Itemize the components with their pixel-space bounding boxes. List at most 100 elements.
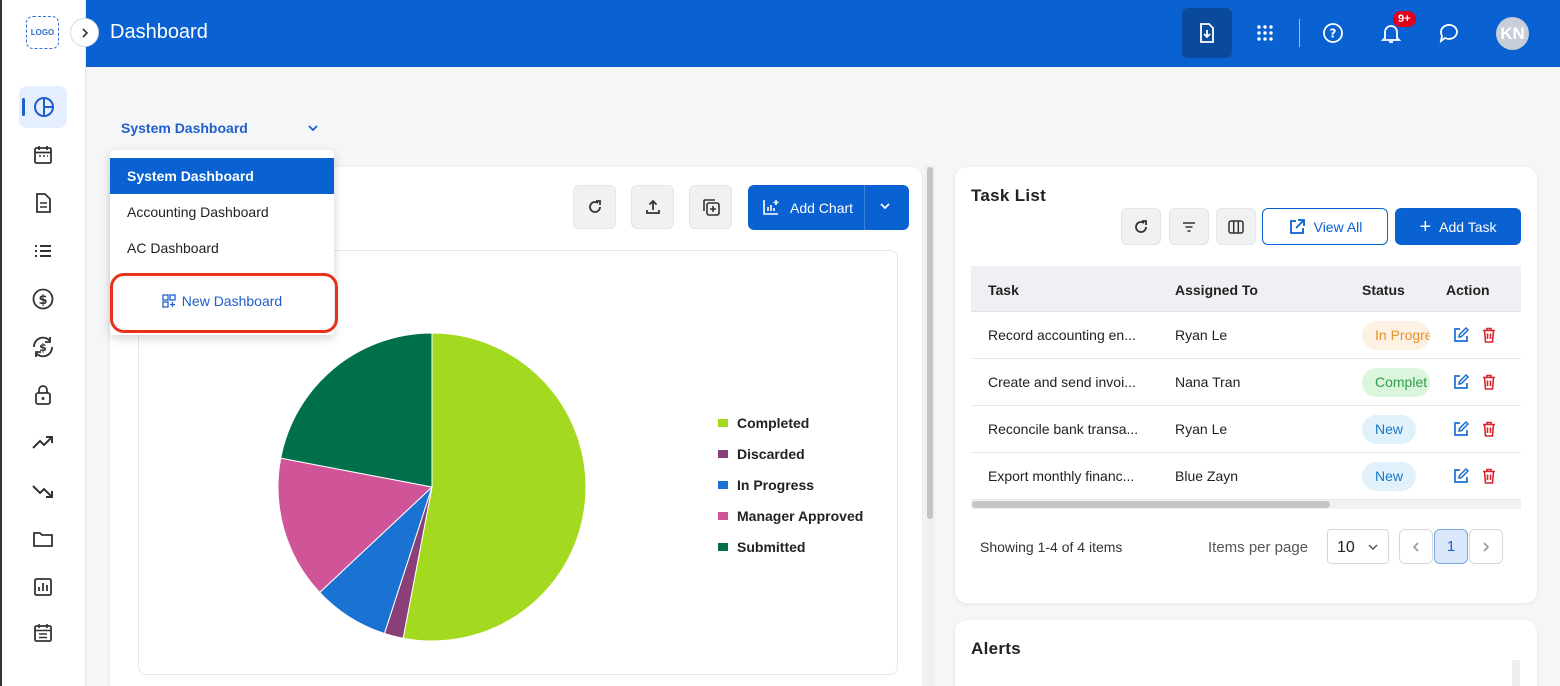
prev-page-button[interactable] <box>1399 529 1433 564</box>
legend-label: Discarded <box>737 446 805 462</box>
columns-button[interactable] <box>1216 208 1256 245</box>
add-task-label: Add Task <box>1439 218 1497 235</box>
column-header-status[interactable]: Status <box>1362 282 1405 298</box>
table-row[interactable]: Record accounting en... Ryan Le In Progr… <box>971 312 1521 359</box>
sidebar-item-payments[interactable]: $ <box>19 278 67 320</box>
trash-icon[interactable] <box>1480 326 1498 344</box>
calendar-list-icon <box>34 624 52 642</box>
sidebar-item-exchange[interactable]: $ <box>19 326 67 368</box>
pagination-info: Showing 1-4 of 4 items <box>980 539 1123 555</box>
sidebar-item-calendar[interactable] <box>19 134 67 176</box>
sidebar-item-security[interactable] <box>19 374 67 416</box>
legend-item-discarded[interactable]: Discarded <box>718 446 805 462</box>
add-chart-button[interactable]: Add Chart <box>748 185 909 230</box>
column-header-task[interactable]: Task <box>988 282 1019 298</box>
chat-button[interactable] <box>1424 8 1474 58</box>
task-cell: Create and send invoi... <box>988 374 1136 390</box>
view-all-button[interactable]: View All <box>1262 208 1388 245</box>
chevron-down-icon[interactable] <box>879 200 891 212</box>
legend-swatch <box>718 481 728 489</box>
legend-item-manager-approved[interactable]: Manager Approved <box>718 508 863 524</box>
apps-button[interactable] <box>1240 8 1290 58</box>
edit-icon[interactable] <box>1452 467 1470 485</box>
status-badge: In Progre <box>1362 321 1430 350</box>
sidebar-item-expenses[interactable] <box>19 470 67 512</box>
sidebar-item-list[interactable] <box>19 230 67 272</box>
table-row[interactable]: Reconcile bank transa... Ryan Le New <box>971 406 1521 453</box>
sidebar-collapse-button[interactable] <box>70 18 99 47</box>
edit-icon[interactable] <box>1452 326 1470 344</box>
chevron-down-icon <box>1368 544 1378 551</box>
help-button[interactable]: ? <box>1308 8 1358 58</box>
legend-item-in-progress[interactable]: In Progress <box>718 477 814 493</box>
columns-icon <box>1228 219 1244 234</box>
pie-chart-icon <box>34 97 54 117</box>
assigned-cell: Ryan Le <box>1175 327 1228 343</box>
trash-icon[interactable] <box>1480 467 1498 485</box>
edit-icon[interactable] <box>1452 420 1470 438</box>
scrollbar-thumb[interactable] <box>927 167 933 519</box>
filter-tasks-button[interactable] <box>1169 208 1209 245</box>
legend-item-completed[interactable]: Completed <box>718 415 809 431</box>
notifications-button[interactable]: 9+ <box>1366 8 1416 58</box>
legend-swatch <box>718 419 728 427</box>
list-icon <box>35 245 51 257</box>
view-all-label: View All <box>1313 218 1363 235</box>
dollar-icon: $ <box>32 288 54 310</box>
task-cell: Record accounting en... <box>988 327 1136 343</box>
trash-icon[interactable] <box>1480 420 1498 438</box>
svg-text:$: $ <box>39 341 47 354</box>
add-task-button[interactable]: + Add Task <box>1395 208 1521 245</box>
table-row[interactable]: Create and send invoi... Nana Tran Compl… <box>971 359 1521 406</box>
status-badge: Complet <box>1362 368 1430 397</box>
alerts-scrollbar[interactable] <box>1512 660 1520 686</box>
sidebar-item-documents[interactable] <box>19 182 67 224</box>
task-cell: Export monthly financ... <box>988 468 1135 484</box>
new-dashboard-button[interactable]: New Dashboard <box>110 275 334 327</box>
items-per-page-value: 10 <box>1337 539 1355 556</box>
table-row[interactable]: Export monthly financ... Blue Zayn New <box>971 453 1521 500</box>
sidebar-item-schedule[interactable] <box>19 612 67 654</box>
task-list-title: Task List <box>971 186 1047 205</box>
trash-icon[interactable] <box>1480 373 1498 391</box>
upload-icon <box>645 199 660 214</box>
user-avatar[interactable]: KN <box>1496 17 1529 50</box>
folder-icon <box>33 532 53 547</box>
dashboard-select[interactable]: System Dashboard <box>121 120 321 140</box>
status-badge: New <box>1362 462 1417 491</box>
alerts-title: Alerts <box>971 639 1021 658</box>
column-header-assigned-to[interactable]: Assigned To <box>1175 282 1258 298</box>
refresh-tasks-button[interactable] <box>1121 208 1161 245</box>
assigned-cell: Blue Zayn <box>1175 468 1239 484</box>
dropdown-option-ac-dashboard[interactable]: AC Dashboard <box>110 230 334 266</box>
dropdown-option-accounting-dashboard[interactable]: Accounting Dashboard <box>110 194 334 230</box>
scrollbar-thumb[interactable] <box>972 501 1330 508</box>
split-divider <box>864 185 865 230</box>
export-button[interactable] <box>1182 8 1232 58</box>
page-title: Dashboard <box>110 21 208 43</box>
refresh-chart-button[interactable] <box>573 185 616 229</box>
sidebar-item-dashboard[interactable] <box>19 86 67 128</box>
chevron-down-icon <box>308 125 318 132</box>
page-button-current[interactable]: 1 <box>1434 529 1468 564</box>
help-icon: ? <box>1323 23 1343 43</box>
upload-button[interactable] <box>631 185 674 229</box>
sidebar-item-income[interactable] <box>19 422 67 464</box>
add-chart-label: Add Chart <box>790 200 854 216</box>
dropdown-option-system-dashboard[interactable]: System Dashboard <box>110 158 334 194</box>
top-header: Dashboard ? 9+ KN <box>86 0 1560 67</box>
chevron-right-icon <box>81 27 88 38</box>
sidebar-item-files[interactable] <box>19 518 67 560</box>
edit-icon[interactable] <box>1452 373 1470 391</box>
filter-icon <box>1183 221 1195 232</box>
active-indicator <box>22 98 25 116</box>
assigned-cell: Nana Tran <box>1175 374 1241 390</box>
sidebar-item-reports[interactable] <box>19 566 67 608</box>
content-scrollbar[interactable] <box>925 165 935 686</box>
table-horizontal-scrollbar[interactable] <box>971 500 1521 509</box>
duplicate-button[interactable] <box>689 185 732 229</box>
next-page-button[interactable] <box>1469 529 1503 564</box>
legend-item-submitted[interactable]: Submitted <box>718 539 805 555</box>
svg-text:?: ? <box>1330 27 1337 41</box>
items-per-page-select[interactable]: 10 <box>1327 529 1389 564</box>
